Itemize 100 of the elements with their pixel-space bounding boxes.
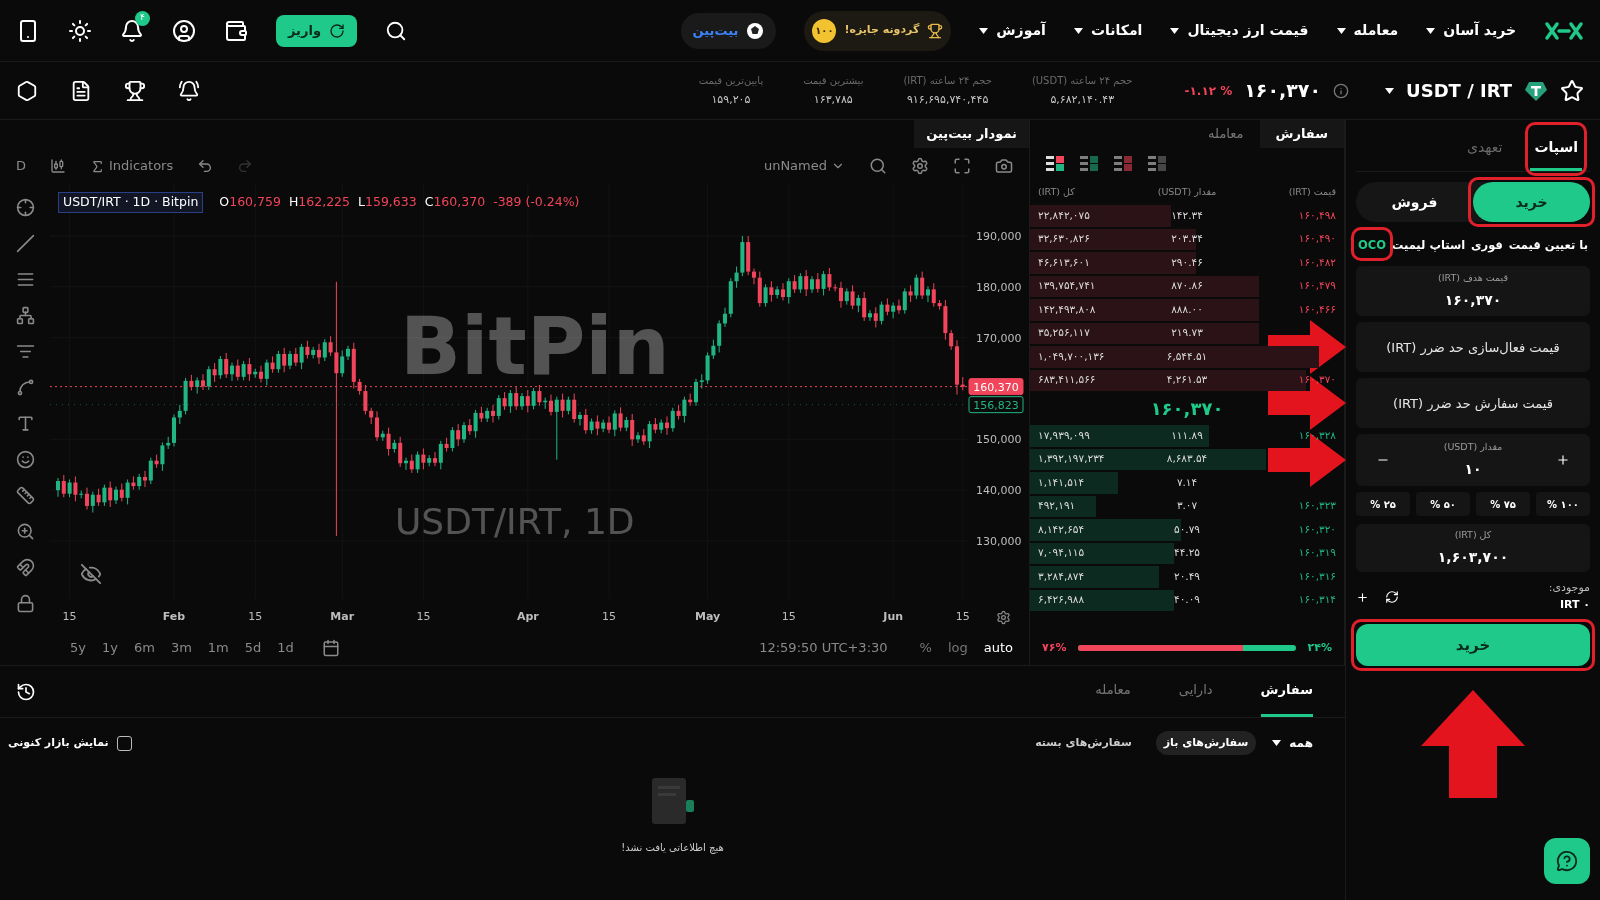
settings-icon[interactable] <box>996 610 1011 625</box>
brand-pill[interactable]: بیت‌پین <box>680 12 777 49</box>
candles-icon[interactable] <box>50 158 66 174</box>
prize-wheel-button[interactable]: گردونه جایزه! ۱۰۰ <box>804 10 952 51</box>
order-type-tab[interactable]: با تعیین قیمت <box>1506 237 1590 255</box>
side-toggle[interactable]: فروش <box>1356 182 1473 222</box>
settings-icon[interactable] <box>911 157 929 175</box>
info-icon[interactable] <box>1333 82 1350 99</box>
calendar-icon[interactable] <box>321 639 340 657</box>
candlestick <box>635 431 641 444</box>
line-tool-icon[interactable] <box>15 234 35 253</box>
book-amount: ۸۷۰.۸۶ <box>1171 279 1203 292</box>
panel-tab[interactable]: معامله <box>1095 666 1131 717</box>
panel-tab[interactable]: سفارش <box>1260 666 1313 717</box>
order-type-tab[interactable]: فوری <box>1469 237 1505 255</box>
status-tab[interactable]: سفارش‌های باز <box>1155 731 1257 755</box>
price-alert-icon[interactable] <box>178 79 200 102</box>
plus-icon[interactable] <box>1356 590 1369 604</box>
market-tab[interactable]: اسپات <box>1530 127 1582 171</box>
order-type-tab[interactable]: OCO <box>1356 237 1388 255</box>
crosshair-icon[interactable] <box>15 198 35 217</box>
market-tab[interactable]: تعهدی <box>1462 127 1507 171</box>
wallet-icon[interactable] <box>224 18 248 43</box>
nav-menu-item[interactable]: قیمت ارز دیجیتال <box>1170 20 1309 41</box>
percent-button[interactable]: ۵۰ % <box>1416 492 1470 516</box>
candlestick <box>508 389 513 414</box>
history-icon[interactable] <box>16 681 36 702</box>
range-button[interactable]: 6m <box>133 638 155 658</box>
trophy-icon[interactable] <box>124 79 146 102</box>
range-button[interactable]: 3m <box>170 638 192 658</box>
ruler-icon[interactable] <box>15 486 35 505</box>
zoom-icon[interactable] <box>15 522 35 541</box>
interval-selector[interactable]: D <box>16 156 26 176</box>
percent-button[interactable]: ۷۵ % <box>1476 492 1530 516</box>
hexagon-icon[interactable] <box>16 79 38 102</box>
range-button[interactable]: 1d <box>277 638 294 658</box>
nav-menu-item[interactable]: امکانات <box>1073 20 1143 41</box>
search-icon[interactable] <box>869 157 887 175</box>
side-toggle[interactable]: خرید <box>1473 182 1590 222</box>
scale-option[interactable]: % <box>919 638 932 658</box>
book-tab[interactable]: سفارش <box>1259 120 1344 148</box>
text-icon[interactable] <box>15 414 35 433</box>
candlestick <box>920 271 925 300</box>
candlestick <box>374 410 380 442</box>
order-type-tab[interactable]: استاپ لیمیت <box>1389 237 1468 255</box>
document-icon[interactable] <box>70 79 92 102</box>
scale-option[interactable]: auto <box>983 638 1013 658</box>
legend-change: -389 (-0.24%) <box>493 193 580 211</box>
refresh-icon[interactable] <box>1385 590 1399 604</box>
chart-watermark: USDT/IRT, 1D <box>395 501 635 542</box>
levels-icon[interactable] <box>15 342 35 361</box>
star-icon[interactable] <box>1560 78 1584 103</box>
filter-dropdown[interactable]: همه <box>1272 734 1313 752</box>
logo-icon[interactable] <box>1544 20 1584 41</box>
search-icon[interactable] <box>385 19 407 42</box>
lock-icon[interactable] <box>15 594 35 613</box>
emoji-icon[interactable] <box>15 450 35 469</box>
range-button[interactable]: 5d <box>244 638 262 658</box>
fullscreen-icon[interactable] <box>953 157 971 175</box>
input-field[interactable]: قیمت فعال‌سازی حد ضرر (IRT) <box>1356 322 1590 372</box>
candlestick <box>264 359 269 386</box>
checkbox[interactable] <box>116 735 132 751</box>
layout-selector[interactable]: unNamed <box>763 156 845 176</box>
percent-button[interactable]: ۱۰۰ % <box>1536 492 1590 516</box>
scale-option[interactable]: log <box>947 638 968 658</box>
lines-icon[interactable] <box>15 270 35 289</box>
status-tab[interactable]: سفارش‌های بسته <box>1027 731 1140 755</box>
indicators-button[interactable]: Indicators <box>90 156 174 176</box>
chart-tab[interactable]: نمودار بیت‌پین <box>914 120 1029 148</box>
percent-button[interactable]: ۲۵ % <box>1356 492 1410 516</box>
input-field[interactable]: قیمت سفارش حد ضرر (IRT) <box>1356 378 1590 428</box>
book-view-icon[interactable] <box>1046 155 1064 173</box>
amount-field[interactable]: مقدار (USDT) ۱۰ <box>1356 434 1590 486</box>
magnet-icon[interactable] <box>15 558 35 577</box>
candlestick <box>572 393 577 424</box>
buy-button[interactable]: خرید <box>1356 624 1590 666</box>
symbol-legend[interactable]: USDT/IRT · 1D · Bitpin <box>58 192 204 213</box>
plus-icon[interactable] <box>1556 453 1570 467</box>
deposit-button[interactable]: واریز <box>276 14 357 47</box>
eye-off-icon[interactable] <box>80 563 102 585</box>
price-axis-label: 140,000 <box>976 484 1022 498</box>
brush-icon[interactable] <box>15 378 35 397</box>
nav-menu-item[interactable]: آموزش <box>979 20 1046 41</box>
support-chat-button[interactable] <box>1544 838 1590 884</box>
candlestick <box>142 470 148 488</box>
camera-icon[interactable] <box>995 157 1013 175</box>
panel-tab[interactable]: دارایی <box>1178 666 1213 717</box>
nav-menu-item[interactable]: معامله <box>1336 20 1399 41</box>
book-tab[interactable]: معامله <box>1192 120 1260 148</box>
range-button[interactable]: 5y <box>70 638 86 658</box>
range-button[interactable]: 1m <box>207 638 229 658</box>
user-icon[interactable] <box>172 18 196 43</box>
candlestick <box>322 338 327 362</box>
sun-icon[interactable] <box>68 18 92 43</box>
bell-icon[interactable] <box>120 18 144 43</box>
nav-menu-item[interactable]: خرید آسان <box>1426 20 1516 41</box>
undo-icon[interactable] <box>197 158 214 174</box>
price-field[interactable]: قیمت هدف (IRT) ۱۶۰,۳۷۰ <box>1356 266 1590 316</box>
chart-watermark: BitPin <box>400 300 670 393</box>
range-button[interactable]: 1y <box>101 638 118 658</box>
